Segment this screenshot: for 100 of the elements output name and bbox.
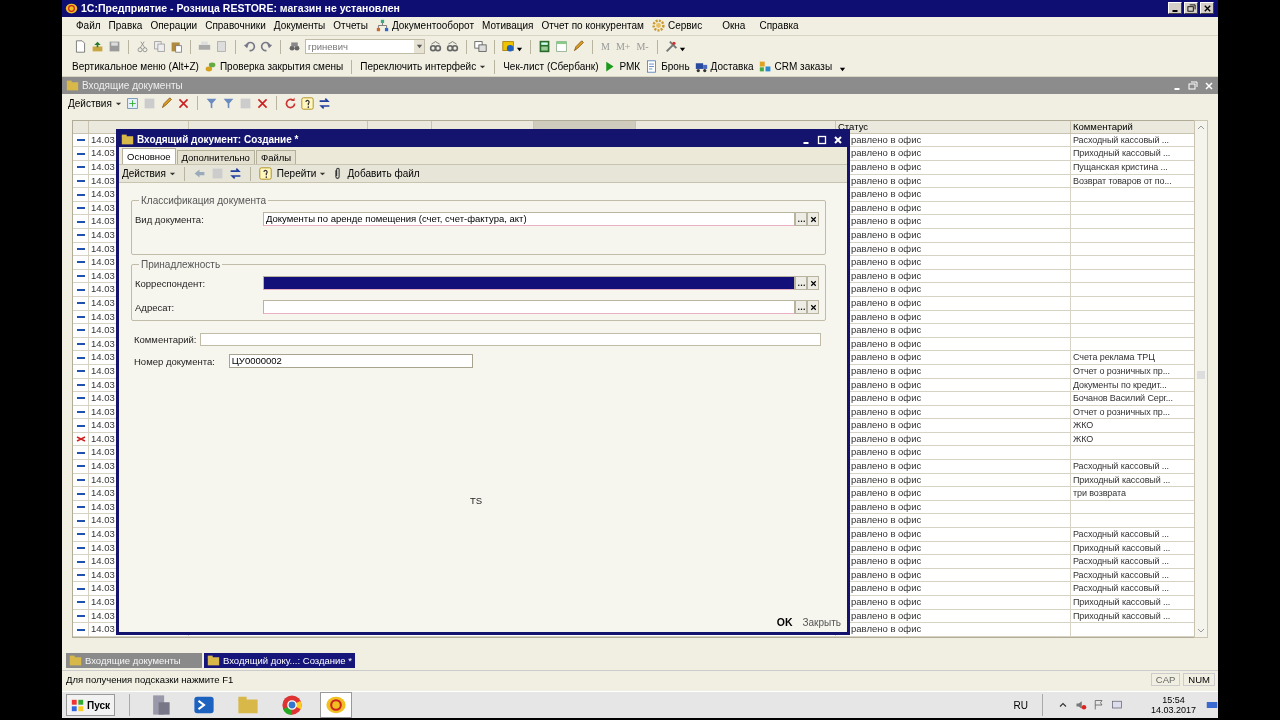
table-cell: 14.03 xyxy=(91,528,115,540)
search-combo[interactable]: гриневич xyxy=(305,39,425,54)
toolbar-button[interactable]: Проверка закрытия смены xyxy=(203,60,344,74)
table-cell: 14.03 xyxy=(91,215,115,227)
add-file-button[interactable]: Добавить файл xyxy=(331,167,420,180)
speaker-icon[interactable] xyxy=(1074,699,1087,711)
menu-item[interactable]: Отчеты xyxy=(329,20,372,32)
add-row-icon[interactable] xyxy=(125,96,139,110)
restore-button[interactable] xyxy=(1184,2,1198,15)
minimize-button[interactable] xyxy=(1168,2,1182,15)
close-dialog-button[interactable]: Закрыть xyxy=(802,616,841,628)
taskbar-app[interactable] xyxy=(320,692,353,718)
toolbar-button[interactable]: Доставка xyxy=(694,60,754,74)
toolbar-button[interactable]: Вертикальное меню (Alt+Z) xyxy=(72,61,199,73)
number-field[interactable]: ЦУ0000002 xyxy=(228,354,473,368)
goto-menu[interactable]: Перейти xyxy=(276,168,327,179)
menu-item[interactable]: Сервис xyxy=(647,19,707,33)
menu-item[interactable]: Операции xyxy=(146,20,202,32)
close-icon xyxy=(832,134,843,145)
close-button[interactable] xyxy=(831,133,844,146)
table-cell: Расходный кассовый ... xyxy=(1073,461,1169,472)
help-icon[interactable] xyxy=(502,40,515,53)
window-icon xyxy=(121,133,134,146)
toolbar-button[interactable]: Переключить интерфейс xyxy=(360,61,487,73)
clear-button[interactable] xyxy=(807,276,819,290)
calculator-icon[interactable] xyxy=(538,40,551,53)
comment-field[interactable] xyxy=(200,333,821,346)
new-document-icon[interactable] xyxy=(74,40,87,53)
actions-menu[interactable]: Действия xyxy=(122,168,176,179)
toolbar-button[interactable]: CRM заказы xyxy=(758,60,833,74)
menu-item[interactable]: Окна xyxy=(718,20,750,32)
undo-icon[interactable] xyxy=(243,40,256,53)
binoculars-icon[interactable] xyxy=(446,40,459,53)
toolbar-button[interactable]: Чек-лист (Сбербанк) xyxy=(503,61,599,73)
field-label: Адресат: xyxy=(135,301,176,313)
maximize-button[interactable] xyxy=(815,133,828,146)
table-cell: равлено в офис xyxy=(851,419,922,431)
toolbar-button[interactable]: Бронь xyxy=(645,60,690,74)
pencil-icon[interactable] xyxy=(572,40,585,53)
toolbar-button[interactable]: РМК xyxy=(603,60,641,74)
table-cell: Отчет о розничных пр... xyxy=(1073,365,1170,376)
input-field[interactable]: Документы по аренде помещения (счет, счет-фактура, акт) xyxy=(263,212,795,226)
start-button[interactable]: Пуск xyxy=(66,694,116,716)
table-cell: 14.03 xyxy=(91,147,115,159)
delete-icon[interactable] xyxy=(255,96,269,110)
window-tab[interactable]: Входящий доку...: Создание * xyxy=(204,653,355,669)
tab[interactable]: Дополнительно xyxy=(176,150,255,164)
close-icon xyxy=(1202,3,1212,13)
delete-icon[interactable] xyxy=(176,96,190,110)
column-header[interactable]: Комментарий xyxy=(1071,120,1195,134)
menu-item[interactable]: Мотивация xyxy=(478,20,538,32)
menu-item[interactable]: Документооборот xyxy=(371,19,479,33)
paste-icon[interactable] xyxy=(170,40,183,53)
binoculars-icon[interactable] xyxy=(429,40,442,53)
caret-icon[interactable] xyxy=(839,66,847,74)
table-cell: равлено в офис xyxy=(851,487,922,499)
tab[interactable]: Основное xyxy=(122,148,176,164)
clear-button[interactable] xyxy=(807,300,819,314)
table-cell: 14.03 xyxy=(91,188,115,200)
help-icon[interactable] xyxy=(300,96,314,110)
menu-item[interactable]: Справочники xyxy=(201,20,270,32)
tools-icon[interactable] xyxy=(664,40,678,53)
menu-item[interactable]: Документы xyxy=(269,20,330,32)
input-field[interactable] xyxy=(263,300,795,314)
menu-item[interactable]: Справка xyxy=(755,20,803,32)
table-cell: 14.03 xyxy=(91,296,115,308)
input-field[interactable] xyxy=(263,276,795,290)
field-label: Номер документа: xyxy=(134,355,215,367)
menu-item[interactable]: Отчет по конкурентам xyxy=(537,20,648,32)
menu-item[interactable]: Файл xyxy=(72,20,105,32)
clear-button[interactable] xyxy=(807,212,819,226)
network-icon[interactable] xyxy=(1110,699,1123,711)
help-icon[interactable] xyxy=(258,167,272,180)
scrollbar[interactable] xyxy=(1194,119,1208,639)
table-cell: Возврат товаров от по... xyxy=(1073,175,1172,186)
language-indicator[interactable]: RU xyxy=(1013,699,1028,711)
redo-icon[interactable] xyxy=(260,40,273,53)
table-cell: 14.03 xyxy=(91,541,115,553)
table-cell: 14.03 xyxy=(91,201,115,213)
binoculars-icon[interactable] xyxy=(288,40,301,53)
swap-icon[interactable] xyxy=(317,96,331,110)
menu-item[interactable]: Правка xyxy=(104,20,147,32)
table-cell: равлено в офис xyxy=(851,283,922,295)
table-cell: равлено в офис xyxy=(851,609,922,621)
save-icon[interactable] xyxy=(108,40,121,53)
ok-button[interactable]: OK xyxy=(776,616,793,628)
flag-icon[interactable] xyxy=(1092,699,1105,711)
table-cell: равлено в офис xyxy=(851,337,922,349)
actions-menu[interactable]: Действия xyxy=(68,97,122,109)
windows-icon[interactable] xyxy=(474,40,487,53)
calendar-icon[interactable] xyxy=(555,40,568,53)
close-button[interactable] xyxy=(1200,2,1214,15)
caret-icon[interactable] xyxy=(516,46,523,53)
swap-icon[interactable] xyxy=(228,167,242,180)
caret-icon[interactable] xyxy=(678,46,686,53)
scissors-icon[interactable] xyxy=(136,40,149,53)
show-desktop-icon[interactable] xyxy=(1206,699,1218,711)
upload-icon[interactable] xyxy=(91,40,104,53)
refresh-icon[interactable] xyxy=(283,96,297,110)
tab[interactable]: Файлы xyxy=(255,150,297,164)
